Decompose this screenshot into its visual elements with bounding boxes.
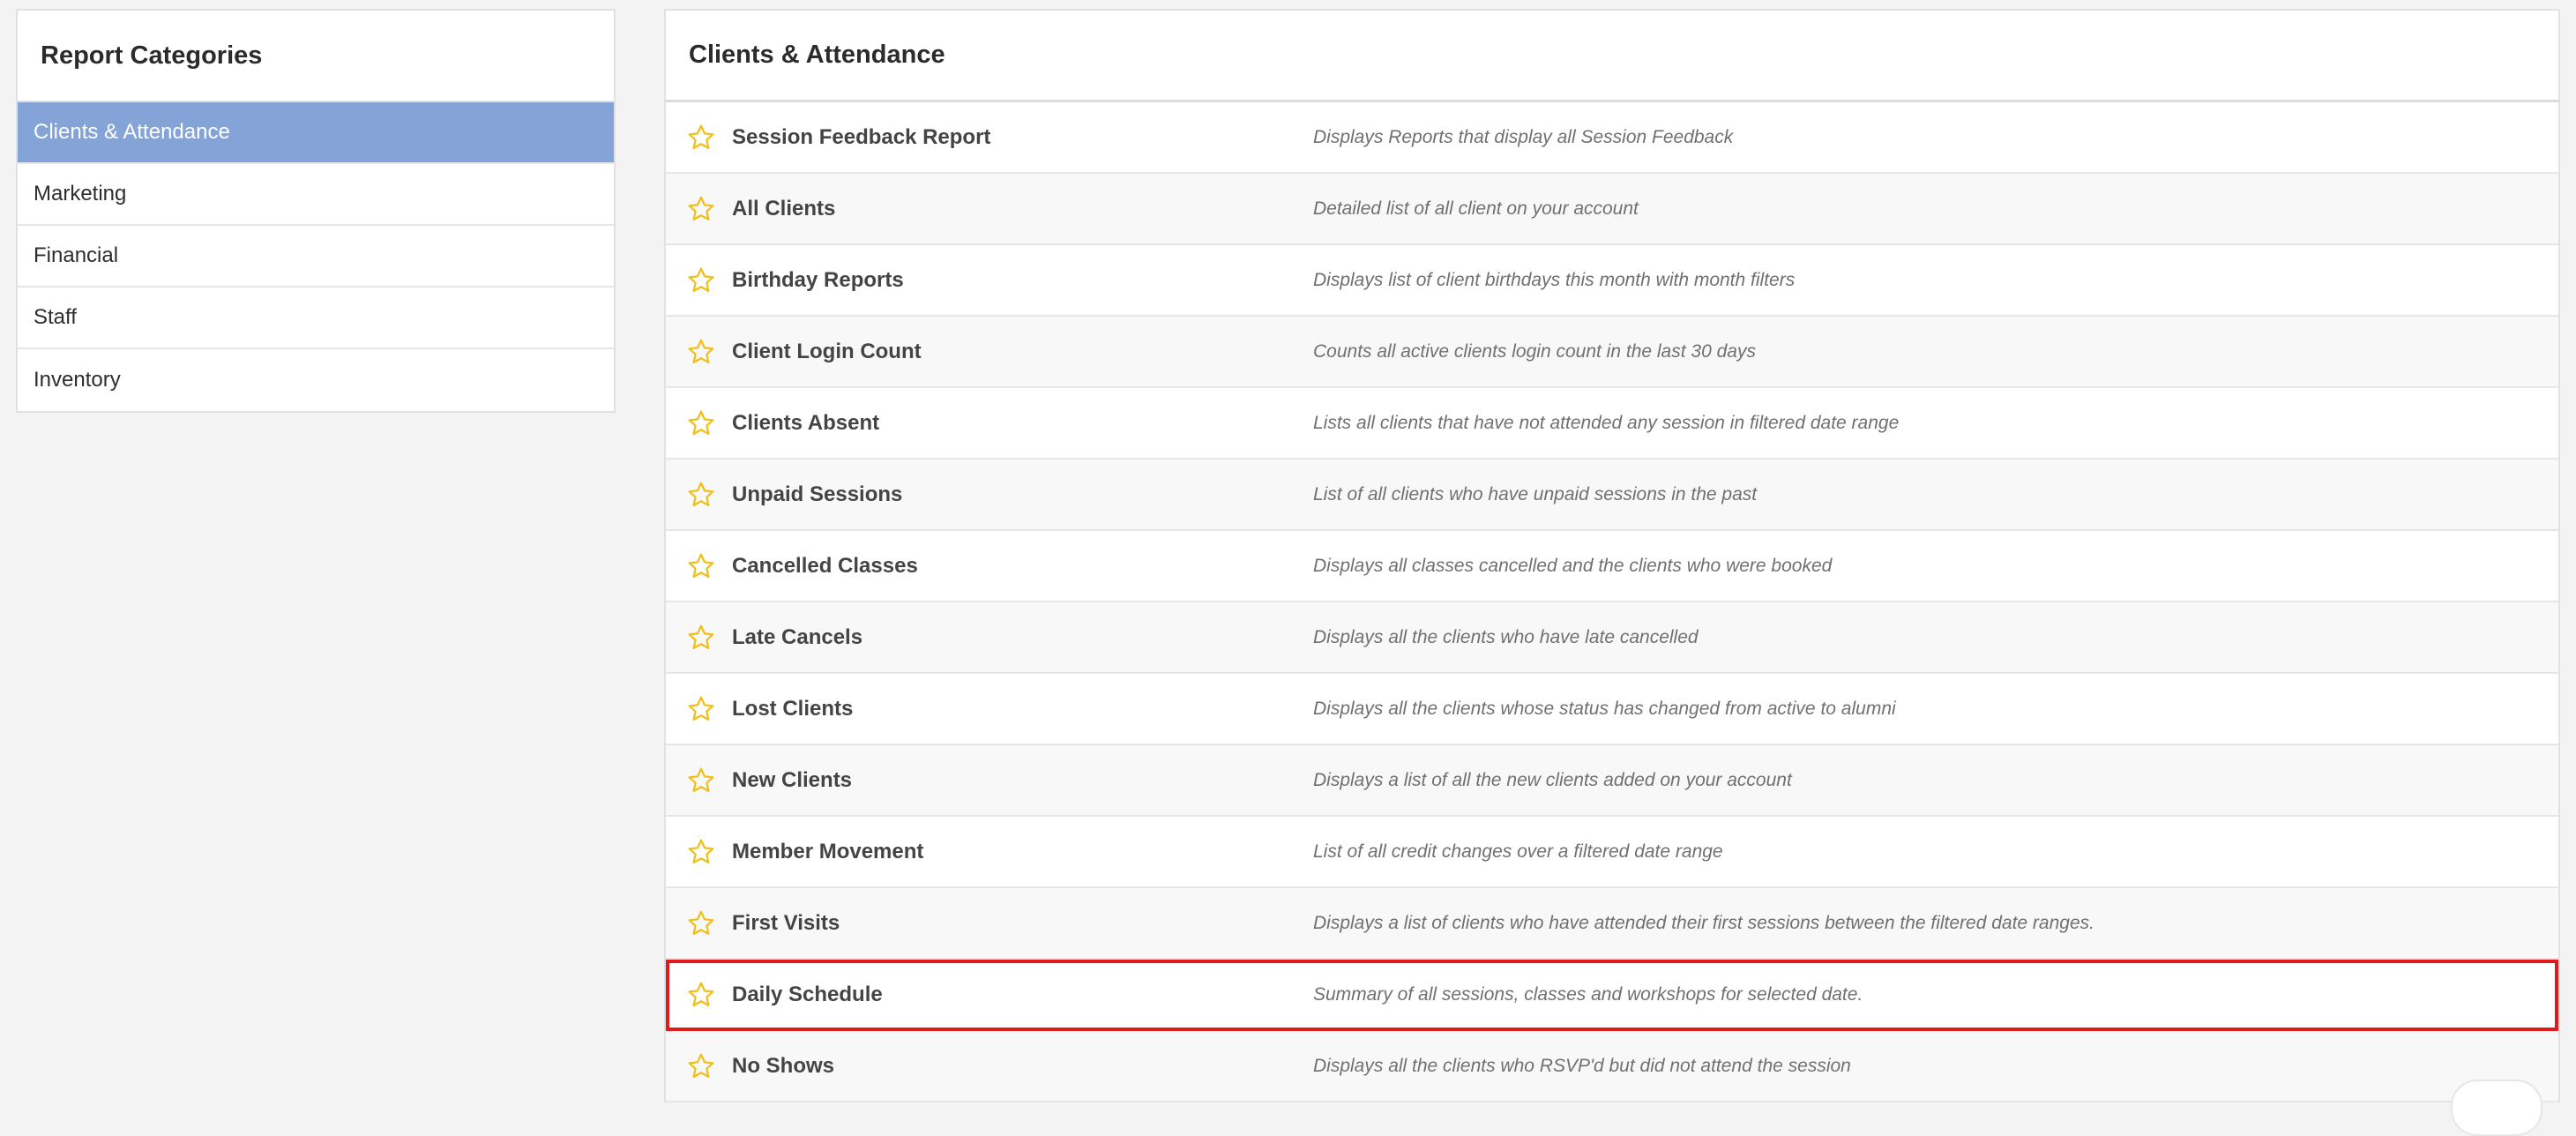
- reports-panel: Clients & Attendance Session Feedback Re…: [664, 9, 2560, 1136]
- report-description: Summary of all sessions, classes and wor…: [1313, 983, 1863, 1005]
- report-row[interactable]: Member Movement List of all credit change…: [666, 817, 2558, 888]
- report-name[interactable]: Client Login Count: [732, 340, 922, 364]
- report-description: Displays a list of clients who have atte…: [1313, 912, 2094, 933]
- star-icon[interactable]: [680, 188, 722, 230]
- report-description: Displays all the clients who RSVP'd but …: [1313, 1055, 1851, 1076]
- report-name[interactable]: Cancelled Classes: [732, 554, 918, 579]
- star-icon[interactable]: [680, 402, 722, 445]
- report-row[interactable]: Daily Schedule Summary of all sessions, c…: [666, 960, 2558, 1031]
- report-row[interactable]: All Clients Detailed list of all client o…: [666, 174, 2558, 245]
- report-description: Displays all classes cancelled and the c…: [1313, 555, 1833, 576]
- report-name[interactable]: Member Movement: [732, 840, 923, 864]
- sidebar-item-inventory[interactable]: Inventory: [18, 349, 614, 411]
- sidebar-header: Report Categories: [18, 11, 614, 102]
- report-description: Displays list of client birthdays this m…: [1313, 269, 1796, 290]
- report-list: Session Feedback Report Displays Reports …: [666, 102, 2558, 1102]
- report-name[interactable]: All Clients: [732, 197, 835, 221]
- star-icon[interactable]: [680, 545, 722, 587]
- report-row[interactable]: Session Feedback Report Displays Reports …: [666, 102, 2558, 174]
- report-description: Lists all clients that have not attended…: [1313, 412, 1900, 433]
- report-description: Displays all the clients who have late c…: [1313, 626, 1699, 647]
- star-icon[interactable]: [680, 617, 722, 659]
- sidebar-item-clients-attendance[interactable]: Clients & Attendance: [18, 102, 614, 164]
- report-description: List of all clients who have unpaid sess…: [1313, 483, 1758, 504]
- report-categories-panel: Report Categories Clients & Attendance M…: [16, 9, 616, 413]
- page-title: Clients & Attendance: [689, 41, 945, 69]
- report-name[interactable]: First Visits: [732, 911, 840, 936]
- report-name[interactable]: No Shows: [732, 1054, 834, 1079]
- star-icon[interactable]: [680, 759, 722, 802]
- report-description: Displays Reports that display all Sessio…: [1313, 126, 1734, 147]
- report-name[interactable]: Session Feedback Report: [732, 125, 990, 150]
- star-icon[interactable]: [680, 474, 722, 516]
- star-icon[interactable]: [680, 116, 722, 159]
- sidebar-item-financial[interactable]: Financial: [18, 226, 614, 288]
- report-row[interactable]: Lost Clients Displays all the clients who…: [666, 674, 2558, 745]
- report-name[interactable]: Late Cancels: [732, 625, 862, 650]
- sidebar-title: Report Categories: [41, 41, 263, 70]
- report-description: Detailed list of all client on your acco…: [1313, 198, 1639, 219]
- report-row[interactable]: Client Login Count Counts all active clie…: [666, 317, 2558, 388]
- report-row[interactable]: New Clients Displays a list of all the ne…: [666, 745, 2558, 817]
- report-row[interactable]: No Shows Displays all the clients who RSV…: [666, 1031, 2558, 1102]
- report-name[interactable]: Unpaid Sessions: [732, 482, 902, 507]
- star-icon[interactable]: [680, 831, 722, 873]
- star-icon[interactable]: [680, 331, 722, 373]
- report-description: List of all credit changes over a filter…: [1313, 841, 1723, 862]
- report-row[interactable]: Clients Absent Lists all clients that hav…: [666, 388, 2558, 460]
- report-description: Displays a list of all the new clients a…: [1313, 769, 1792, 790]
- star-icon[interactable]: [680, 688, 722, 730]
- report-name[interactable]: New Clients: [732, 768, 852, 793]
- report-name[interactable]: Clients Absent: [732, 411, 879, 436]
- report-row[interactable]: First Visits Displays a list of clients w…: [666, 888, 2558, 960]
- report-name[interactable]: Daily Schedule: [732, 983, 883, 1007]
- report-description: Counts all active clients login count in…: [1313, 340, 1756, 362]
- report-row[interactable]: Cancelled Classes Displays all classes ca…: [666, 531, 2558, 602]
- star-icon[interactable]: [680, 259, 722, 302]
- sidebar-item-marketing[interactable]: Marketing: [18, 164, 614, 226]
- report-name[interactable]: Birthday Reports: [732, 268, 904, 293]
- star-icon[interactable]: [680, 974, 722, 1016]
- report-row[interactable]: Unpaid Sessions List of all clients who h…: [666, 460, 2558, 531]
- reports-header: Clients & Attendance: [666, 11, 2558, 102]
- star-icon[interactable]: [680, 902, 722, 945]
- report-name[interactable]: Lost Clients: [732, 697, 853, 721]
- report-description: Displays all the clients whose status ha…: [1313, 698, 1896, 719]
- report-row[interactable]: Late Cancels Displays all the clients who…: [666, 602, 2558, 674]
- star-icon[interactable]: [680, 1045, 722, 1087]
- sidebar-item-staff[interactable]: Staff: [18, 288, 614, 349]
- chat-widget-button[interactable]: [2451, 1080, 2542, 1136]
- report-row[interactable]: Birthday Reports Displays list of client …: [666, 245, 2558, 317]
